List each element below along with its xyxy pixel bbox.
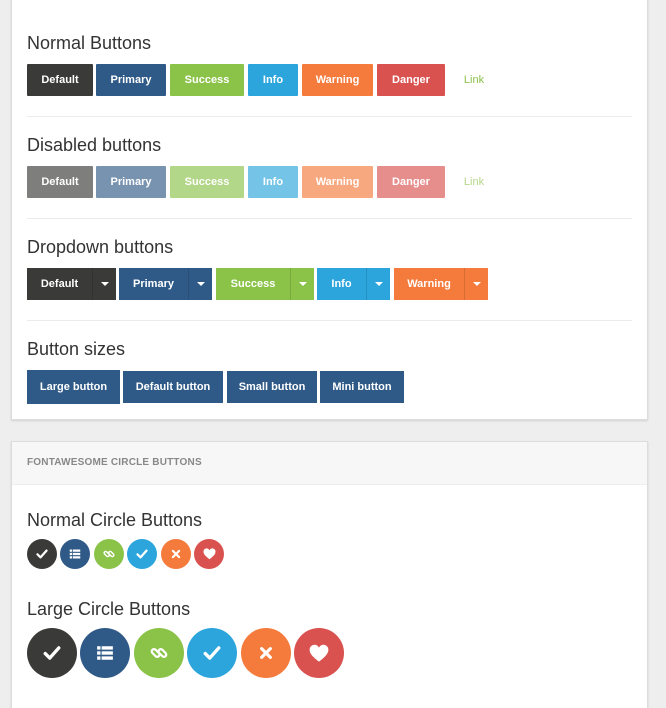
caret-down-icon[interactable] xyxy=(92,268,116,300)
primary-button-disabled: Primary xyxy=(96,166,166,198)
panel-heading-title: FONTAWESOME CIRCLE BUTTONS xyxy=(27,457,202,468)
list-icon[interactable] xyxy=(60,539,90,569)
check-icon[interactable] xyxy=(27,539,57,569)
normal-buttons-title: Normal Buttons xyxy=(27,33,152,53)
large-circle-title: Large Circle Buttons xyxy=(27,599,191,619)
link-icon[interactable] xyxy=(94,539,124,569)
dropdown-buttons-section: Dropdown buttons Default Primary Success… xyxy=(27,237,632,307)
large-button[interactable]: Large button xyxy=(27,370,120,404)
heart-icon[interactable] xyxy=(194,539,224,569)
warning-dropdown[interactable]: Warning xyxy=(394,268,488,300)
dropdown-buttons-title: Dropdown buttons xyxy=(27,237,174,257)
default-button[interactable]: Default xyxy=(27,64,93,96)
success-button-disabled: Success xyxy=(170,166,244,198)
default-dropdown[interactable]: Default xyxy=(27,268,116,300)
check-icon[interactable] xyxy=(187,628,237,678)
button-sizes-title: Button sizes xyxy=(27,339,126,359)
warning-button-disabled: Warning xyxy=(302,166,373,198)
info-button-disabled: Info xyxy=(248,166,298,198)
divider xyxy=(27,218,632,219)
primary-dropdown[interactable]: Primary xyxy=(119,268,212,300)
normal-circle-title: Normal Circle Buttons xyxy=(27,510,203,530)
buttons-panel: Normal Buttons Default Primary Success I… xyxy=(11,0,648,420)
heart-icon[interactable] xyxy=(294,628,344,678)
dropdown-label[interactable]: Info xyxy=(317,268,366,300)
dropdown-label[interactable]: Success xyxy=(216,268,290,300)
normal-buttons-section: Normal Buttons Default Primary Success I… xyxy=(27,33,632,103)
circle-buttons-panel: FONTAWESOME CIRCLE BUTTONS Normal Circle… xyxy=(11,441,648,708)
check-icon[interactable] xyxy=(27,628,77,678)
dropdown-label[interactable]: Default xyxy=(27,268,92,300)
warning-button[interactable]: Warning xyxy=(302,64,373,96)
divider xyxy=(27,320,632,321)
large-circle-section: Large Circle Buttons xyxy=(27,599,632,689)
success-dropdown[interactable]: Success xyxy=(216,268,314,300)
danger-button[interactable]: Danger xyxy=(377,64,445,96)
dropdown-label[interactable]: Primary xyxy=(119,268,188,300)
panel-heading: FONTAWESOME CIRCLE BUTTONS xyxy=(12,442,647,485)
primary-button[interactable]: Primary xyxy=(96,64,166,96)
link-button[interactable]: Link xyxy=(457,64,491,96)
link-button-disabled: Link xyxy=(463,176,485,188)
info-button[interactable]: Info xyxy=(248,64,298,96)
caret-down-icon[interactable] xyxy=(464,268,488,300)
list-icon[interactable] xyxy=(80,628,130,678)
disabled-buttons-title: Disabled buttons xyxy=(27,135,162,155)
times-icon[interactable] xyxy=(241,628,291,678)
link-icon[interactable] xyxy=(134,628,184,678)
info-dropdown[interactable]: Info xyxy=(317,268,390,300)
button-sizes-section: Button sizes Large button Default button… xyxy=(27,339,632,419)
dropdown-label[interactable]: Warning xyxy=(394,268,464,300)
caret-down-icon[interactable] xyxy=(290,268,314,300)
divider xyxy=(27,116,632,117)
mini-button[interactable]: Mini button xyxy=(320,371,404,403)
default-button-disabled: Default xyxy=(27,166,93,198)
normal-circle-section: Normal Circle Buttons xyxy=(27,510,632,570)
danger-button-disabled: Danger xyxy=(377,166,445,198)
disabled-buttons-section: Disabled buttons Default Primary Success… xyxy=(27,135,632,205)
small-button[interactable]: Small button xyxy=(227,371,317,403)
caret-down-icon[interactable] xyxy=(366,268,390,300)
caret-down-icon[interactable] xyxy=(188,268,212,300)
default-size-button[interactable]: Default button xyxy=(123,371,223,403)
success-button[interactable]: Success xyxy=(170,64,244,96)
times-icon[interactable] xyxy=(161,539,191,569)
check-icon[interactable] xyxy=(127,539,157,569)
